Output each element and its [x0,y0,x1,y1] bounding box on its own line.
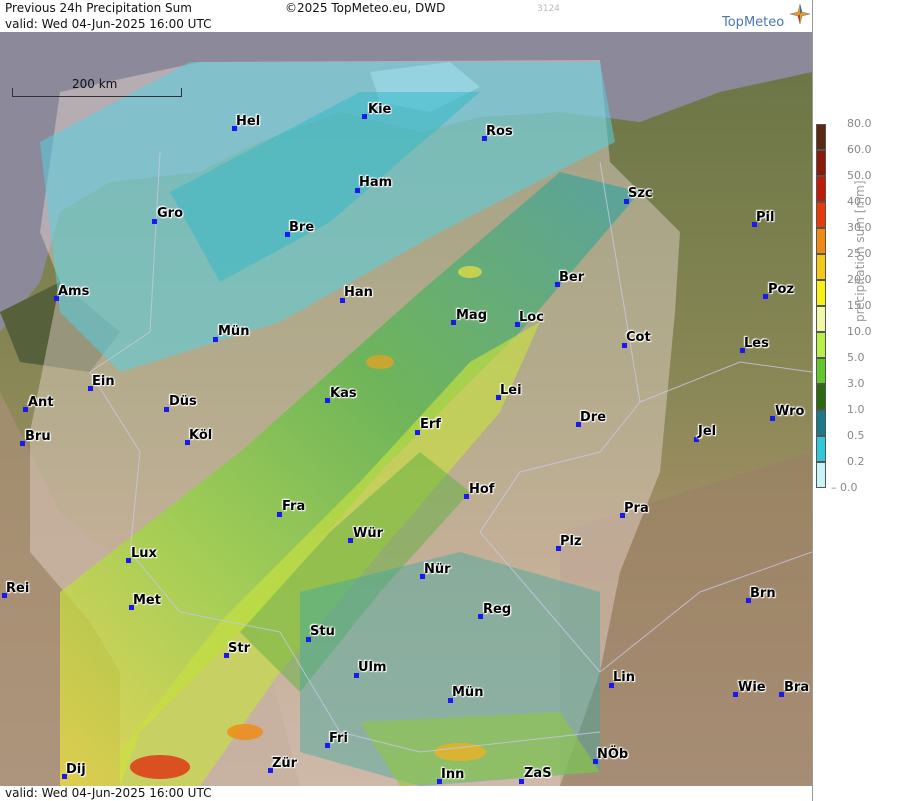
legend-swatch [816,150,826,176]
map-title: Previous 24h Precipitation Sum [5,1,192,15]
footer-valid-time: valid: Wed 04-Jun-2025 16:00 UTC [5,786,212,800]
city-label: Kas [330,386,357,401]
legend-tick-label: 5.0 [847,351,865,364]
city-label: Wro [775,404,805,419]
city-label: Ant [28,395,54,410]
legend-swatch [816,280,826,306]
city-label: Plz [560,534,582,549]
city-label: Poz [768,282,795,297]
city-label: Ros [486,124,513,139]
legend-swatch [816,332,826,358]
legend-swatch [816,228,826,254]
scale-label: 200 km [72,77,118,91]
city-label: Inn [441,767,465,782]
city-label: Reg [483,602,512,617]
city-label: Rei [6,581,30,596]
city-label: Stu [310,624,335,639]
city-label: Bra [784,680,810,695]
legend-tick-label: – 0.0 [831,481,858,494]
city-label: Les [744,336,769,351]
city-label: Pil [756,210,775,225]
topmeteo-logo: TopMeteo [722,15,785,30]
city-label: Ber [559,270,585,285]
city-label: Hof [469,482,495,497]
legend-swatch [816,202,826,228]
legend-swatch [816,436,826,462]
legend-swatch [816,254,826,280]
city-label: Ein [92,374,115,389]
city-label: Erf [420,417,441,432]
city-label: Dij [66,762,86,777]
legend-tick-label: 60.0 [847,143,872,156]
city-label: Fri [329,731,348,746]
city-label: Ulm [358,660,387,675]
city-label: ZaS [524,766,552,781]
legend-swatch [816,176,826,202]
city-label: Zür [272,756,298,771]
city-label: Pra [624,501,649,516]
precipitation-legend: 80.0 60.0 50.0 40.0 30.0 25.0 20.0 15.0 10.0 5.0 3… [812,0,904,801]
valid-time: valid: Wed 04-Jun-2025 16:00 UTC [5,17,212,31]
city-label: Ham [359,175,393,190]
city-label: Mün [452,685,484,700]
city-label: Bru [25,429,51,444]
city-marker[interactable] [362,114,367,119]
city-label: Str [228,641,250,656]
legend-tick-label: 1.0 [847,403,865,416]
city-label: Lux [131,546,157,561]
city-label: Mag [456,308,488,323]
city-label: Köl [189,428,213,443]
city-label: Wür [353,526,384,541]
city-label: Wie [738,680,766,695]
map-code: 3124 [537,4,560,14]
city-label: Szc [628,186,653,201]
legend-swatch [816,410,826,436]
city-label: Gro [157,206,184,221]
city-label: Nür [424,562,451,577]
city-label: Brn [750,586,776,601]
copyright: ©2025 TopMeteo.eu, DWD [285,1,446,15]
legend-tick-label: 0.5 [847,429,865,442]
city-label: Loc [519,310,544,325]
precipitation-map[interactable]: 200 km Hel Kie Ros Ham Gro Bre Szc Pil B… [0,32,812,786]
legend-swatch [816,384,826,410]
legend-title: precipitation sum [mm] [853,180,867,322]
city-label: Bre [289,220,315,235]
city-label: Jel [698,424,717,439]
compass-star-icon [790,4,810,24]
map-header: Previous 24h Precipitation Sum valid: We… [0,0,812,32]
city-label: Ams [58,284,90,299]
city-label: Lei [500,383,522,398]
city-label: Düs [169,394,197,409]
legend-swatch [816,462,826,488]
city-label: Dre [580,410,607,425]
city-label: NÖb [597,747,629,762]
legend-tick-label: 3.0 [847,377,865,390]
legend-tick-label: 80.0 [847,117,872,130]
legend-tick-label: 0.2 [847,455,865,468]
legend-tick-label: 10.0 [847,325,872,338]
legend-swatch [816,306,826,332]
city-label: Han [344,285,373,300]
city-label: Fra [282,499,306,514]
city-label: Mün [218,324,250,339]
city-label: Hel [236,114,261,129]
map-footer: valid: Wed 04-Jun-2025 16:00 UTC [0,786,812,801]
legend-swatch [816,124,826,150]
city-label: Kie [368,102,392,117]
city-label: Lin [613,670,635,685]
legend-swatch [816,358,826,384]
city-label: Met [133,593,161,608]
city-label: Cot [626,330,651,345]
